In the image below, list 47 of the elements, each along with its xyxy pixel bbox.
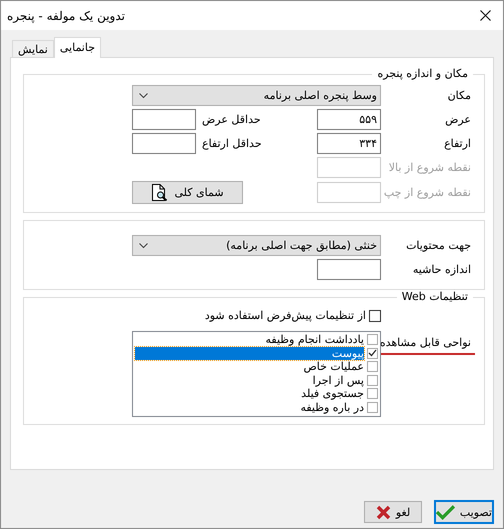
document-search-icon	[151, 184, 168, 201]
field-label: اندازه حاشیه	[412, 263, 472, 276]
checkbox[interactable]	[367, 402, 378, 413]
chevron-icon	[139, 242, 148, 248]
checkbox[interactable]	[367, 388, 378, 400]
text-field[interactable]: ۳۳۴	[317, 133, 381, 154]
field-label: ارتفاع	[443, 137, 472, 150]
group-legend: مکان و اندازه پنجره	[372, 67, 473, 81]
overview-button[interactable]: شمای کلی	[132, 181, 243, 204]
window-title: تدوین یک مولفه - پنجره	[7, 8, 125, 22]
text-field[interactable]	[132, 133, 196, 154]
text-field[interactable]	[132, 109, 196, 130]
list-item[interactable]: پس از اجرا	[135, 374, 364, 387]
field-label: حداقل ارتفاع	[201, 137, 262, 150]
checkmark-icon	[436, 504, 455, 520]
field-label: نقطه شروع از چپ	[382, 186, 472, 199]
list-item[interactable]: پیوست	[135, 346, 364, 360]
x-icon	[376, 504, 391, 520]
dropdown[interactable]: خنثی (مطابق جهت اصلی برنامه)	[132, 235, 381, 256]
field-label: مکان	[446, 89, 472, 102]
group-legend: تنظیمات Web	[396, 290, 473, 304]
close-icon[interactable]	[480, 10, 491, 21]
dropdown-value: خنثی (مطابق جهت اصلی برنامه)	[226, 239, 377, 252]
field-label: عرض	[444, 113, 472, 126]
list-item[interactable]: در باره وظیفه	[135, 400, 364, 414]
field-label: حداقل عرض	[201, 113, 261, 126]
cancel-button[interactable]: لغو	[364, 501, 422, 523]
checkbox[interactable]	[367, 361, 378, 372]
field-label: جهت محتویات	[405, 239, 472, 252]
dropdown[interactable]: وسط پنجره اصلی برنامه	[132, 85, 381, 106]
list-item[interactable]: جستجوی فیلد	[135, 387, 364, 400]
text-field[interactable]	[317, 259, 381, 280]
tab[interactable]: نمایش	[12, 40, 54, 57]
ok-button[interactable]: تصویب	[434, 500, 494, 524]
chevron-icon	[139, 92, 148, 98]
tab[interactable]: جانمایی	[54, 37, 102, 58]
checkbox[interactable]	[367, 334, 378, 346]
text-field[interactable]: ۵۵۹	[317, 109, 381, 130]
field-label: نواحی قابل مشاهده	[380, 336, 472, 349]
checkbox[interactable]	[369, 310, 381, 322]
field-label: نقطه شروع از بالا	[388, 161, 472, 174]
checkbox[interactable]	[367, 348, 378, 359]
checkbox-label: از تنظیمات پیش‌فرض استفاده شود	[204, 309, 366, 322]
checkbox[interactable]	[367, 374, 378, 386]
list-item[interactable]: یادداشت انجام وظیفه	[135, 333, 364, 346]
list-item[interactable]: عملیات خاص	[135, 360, 364, 374]
dropdown-value: وسط پنجره اصلی برنامه	[264, 89, 377, 102]
